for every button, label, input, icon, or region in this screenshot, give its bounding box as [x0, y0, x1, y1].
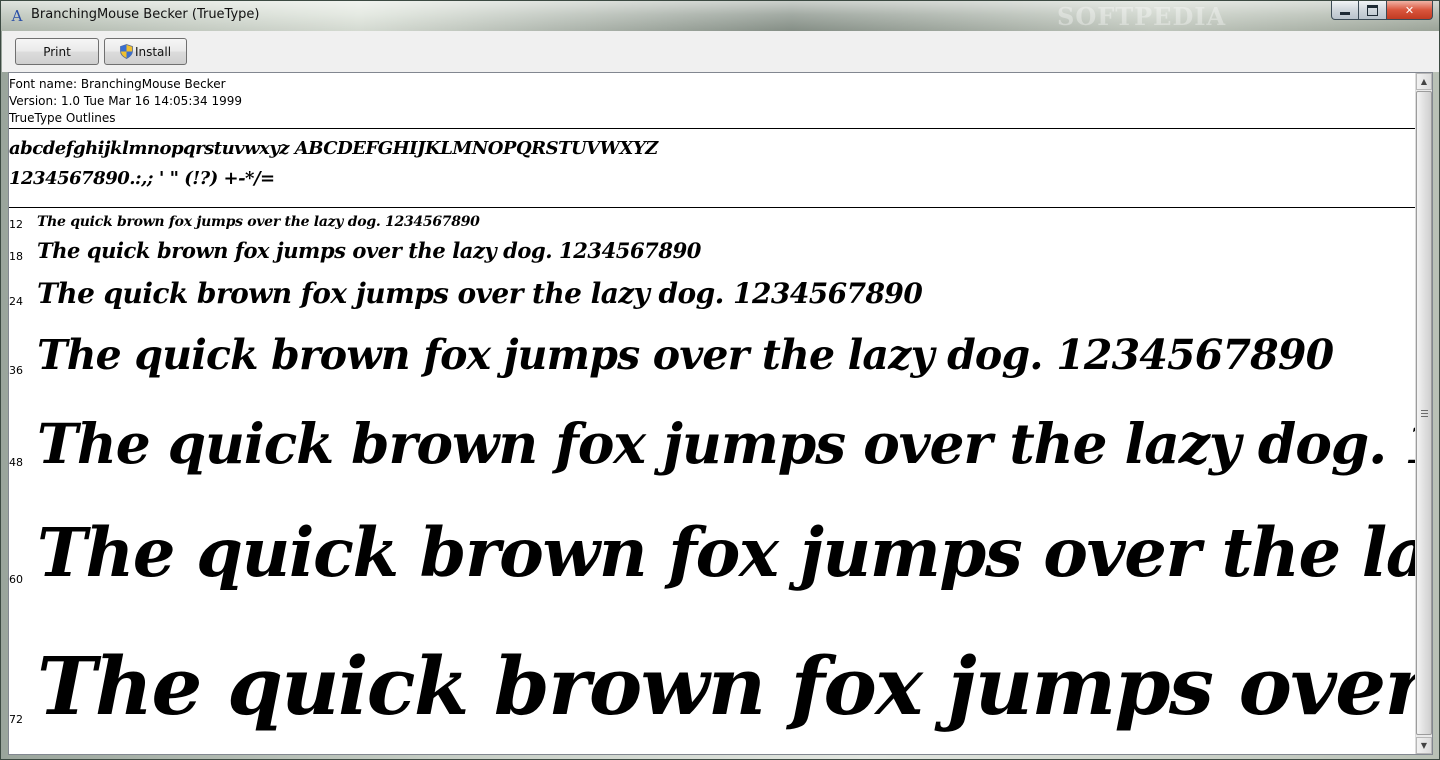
font-name: Font name: BranchingMouse Becker	[9, 77, 226, 91]
sample-text: The quick brown fox jumps over the lazy …	[37, 238, 701, 263]
sample-text: The quick brown fox jumps over the lazy …	[37, 513, 1417, 592]
vertical-scrollbar[interactable]: ▲ ▼	[1415, 73, 1432, 754]
uac-shield-icon	[120, 44, 133, 59]
close-button[interactable]: ✕	[1387, 1, 1433, 20]
chevron-down-icon: ▼	[1420, 741, 1428, 750]
font-outline-type: TrueType Outlines	[9, 111, 116, 125]
size-label: 12	[9, 218, 23, 231]
divider-bottom	[9, 207, 1417, 208]
minimize-button[interactable]	[1331, 1, 1359, 20]
sample-row-12: 12 The quick brown fox jumps over the la…	[9, 211, 1417, 237]
size-label: 48	[9, 456, 23, 469]
sample-text: The quick brown fox jumps over the lazy …	[37, 214, 480, 230]
install-button-label: Install	[134, 44, 172, 59]
window-title: BranchingMouse Becker (TrueType)	[31, 7, 260, 22]
size-label: 24	[9, 295, 23, 308]
size-label: 72	[9, 713, 23, 726]
sample-text: The quick brown fox jumps over the la	[37, 639, 1417, 733]
size-label: 60	[9, 573, 23, 586]
scroll-down-button[interactable]: ▼	[1416, 737, 1432, 754]
title-bar[interactable]: A BranchingMouse Becker (TrueType) SOFTP…	[1, 1, 1439, 31]
scroll-thumb[interactable]	[1416, 91, 1432, 735]
sample-row-24: 24 The quick brown fox jumps over the la…	[9, 271, 1417, 321]
watermark: SOFTPEDIA	[1057, 2, 1227, 31]
print-button-label: Print	[43, 44, 71, 59]
sample-text: The quick brown fox jumps over the lazy …	[37, 411, 1417, 476]
print-button[interactable]: Print	[15, 38, 99, 65]
sample-text: The quick brown fox jumps over the lazy …	[37, 277, 923, 310]
install-button[interactable]: Install	[104, 38, 187, 65]
font-viewer-window: A BranchingMouse Becker (TrueType) SOFTP…	[0, 0, 1440, 760]
scroll-up-button[interactable]: ▲	[1416, 73, 1432, 90]
sample-row-60: 60 The quick brown fox jumps over the la…	[9, 503, 1417, 627]
minimize-icon	[1340, 11, 1350, 15]
size-label: 18	[9, 250, 23, 263]
window-controls: ✕	[1331, 1, 1433, 21]
maximize-icon	[1367, 4, 1378, 16]
grip-icon	[1420, 409, 1428, 417]
sample-row-18: 18 The quick brown fox jumps over the la…	[9, 235, 1417, 271]
font-info: Font name: BranchingMouse Becker Version…	[9, 76, 242, 127]
font-icon: A	[11, 7, 23, 25]
sample-text: The quick brown fox jumps over the lazy …	[37, 331, 1334, 379]
sample-row-48: 48 The quick brown fox jumps over the la…	[9, 401, 1417, 503]
font-preview-pane[interactable]: Font name: BranchingMouse Becker Version…	[8, 72, 1433, 755]
sample-row-72: 72 The quick brown fox jumps over the la	[9, 629, 1417, 754]
divider-top	[9, 128, 1417, 129]
toolbar: Print Install	[2, 31, 1439, 72]
charset-symbols: 1234567890.:,; ' " (!?) +-*/=	[9, 168, 275, 189]
font-version: Version: 1.0 Tue Mar 16 14:05:34 1999	[9, 94, 242, 108]
chevron-up-icon: ▲	[1420, 77, 1428, 86]
close-icon: ✕	[1404, 3, 1415, 17]
maximize-button[interactable]	[1359, 1, 1387, 20]
sample-row-36: 36 The quick brown fox jumps over the la…	[9, 321, 1417, 401]
charset-letters: abcdefghijklmnopqrstuvwxyz ABCDEFGHIJKLM…	[9, 138, 658, 159]
size-label: 36	[9, 364, 23, 377]
